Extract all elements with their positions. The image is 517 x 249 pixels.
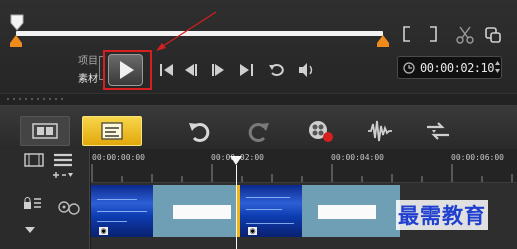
auto-music-icon[interactable] bbox=[424, 118, 452, 144]
ruler-label-0: 00:00:00:00 bbox=[92, 153, 145, 162]
volume-icon[interactable] bbox=[297, 60, 317, 80]
split-icon[interactable] bbox=[456, 26, 474, 44]
mark-in-icon[interactable] bbox=[402, 26, 412, 42]
step-forward-icon[interactable] bbox=[208, 60, 228, 80]
step-back-icon[interactable] bbox=[182, 60, 202, 80]
zoom-control-icon[interactable] bbox=[52, 170, 74, 180]
ruler-label-2: 00:00:04:00 bbox=[331, 153, 384, 162]
clip-label bbox=[318, 205, 376, 219]
ruler-ticks bbox=[91, 164, 517, 182]
panel-divider[interactable] bbox=[0, 93, 517, 105]
mode-clip-label[interactable]: 素材 bbox=[68, 70, 98, 85]
repeat-icon[interactable] bbox=[267, 60, 287, 80]
enlarge-icon[interactable] bbox=[484, 26, 502, 44]
sound-mixer-icon[interactable] bbox=[366, 118, 394, 144]
annotation-arrow bbox=[150, 10, 220, 55]
timecode-value[interactable]: 00:00:02:10 bbox=[420, 61, 494, 75]
record-capture-icon[interactable] bbox=[306, 118, 334, 144]
play-button[interactable] bbox=[108, 54, 143, 86]
timeline-view-icon bbox=[101, 122, 123, 140]
video-track-icon[interactable] bbox=[56, 200, 82, 218]
play-icon bbox=[120, 61, 134, 79]
storyboard-view-button[interactable] bbox=[20, 116, 70, 146]
scrub-playhead[interactable] bbox=[10, 14, 24, 32]
trim-end-handle[interactable] bbox=[377, 35, 389, 47]
collapse-arrow-icon[interactable] bbox=[24, 226, 36, 234]
ruler-label-3: 00:00:06:00 bbox=[451, 153, 504, 162]
track-manager-icon[interactable] bbox=[52, 153, 74, 167]
lock-track-icon[interactable] bbox=[22, 196, 42, 210]
clip-label bbox=[173, 205, 231, 219]
playhead-marker[interactable] bbox=[229, 155, 243, 167]
storyboard-view-icon bbox=[32, 123, 58, 139]
mode-project-label[interactable]: 项目 bbox=[68, 52, 98, 67]
clock-icon bbox=[403, 62, 415, 74]
next-icon[interactable] bbox=[237, 60, 257, 80]
undo-icon[interactable] bbox=[185, 118, 213, 144]
trim-start-handle[interactable] bbox=[10, 35, 22, 47]
previous-icon[interactable] bbox=[157, 60, 177, 80]
video-clip[interactable]: ◉ bbox=[240, 185, 400, 237]
timecode-stepper[interactable] bbox=[494, 59, 501, 75]
watermark-text: 最需教育 bbox=[396, 200, 488, 230]
video-clip[interactable]: ◉ bbox=[91, 185, 236, 237]
insert-media-icon[interactable] bbox=[24, 153, 46, 167]
audio-indicator-icon: ◉ bbox=[99, 227, 108, 235]
redo-icon[interactable] bbox=[245, 118, 273, 144]
timeline-view-button[interactable] bbox=[82, 116, 142, 146]
mark-out-icon[interactable] bbox=[428, 26, 438, 42]
timeline-playhead[interactable] bbox=[236, 165, 237, 249]
grip-dots bbox=[6, 97, 66, 101]
audio-indicator-icon: ◉ bbox=[248, 227, 257, 235]
